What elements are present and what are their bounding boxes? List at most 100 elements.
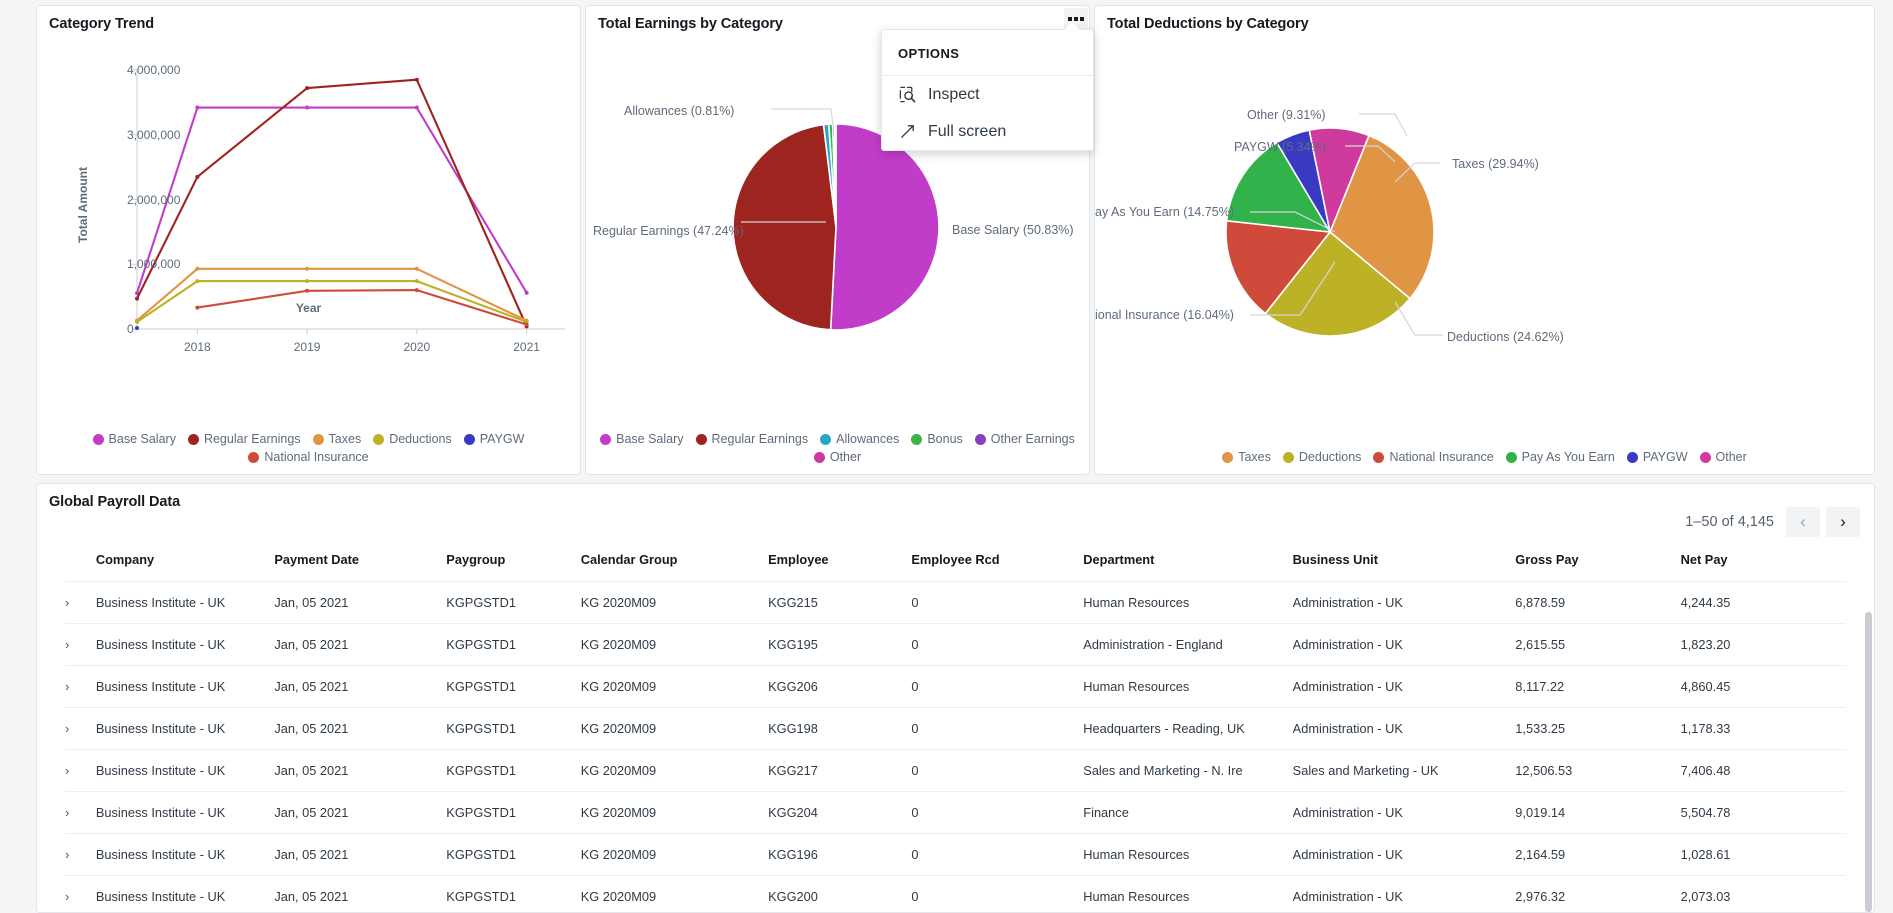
- data-point[interactable]: [195, 174, 200, 179]
- table-scroll-area[interactable]: Company Payment Date Paygroup Calendar Grou…: [37, 546, 1874, 913]
- table-cell: 4,244.35: [1680, 581, 1846, 624]
- y-axis-title: Total Amount: [75, 166, 90, 243]
- table-cell: 0: [911, 791, 1084, 834]
- legend-item[interactable]: Bonus: [911, 432, 963, 446]
- line-series[interactable]: [136, 106, 528, 294]
- legend-label: Pay As You Earn: [1521, 450, 1615, 464]
- legend-color-dot: [187, 433, 199, 445]
- legend-item[interactable]: PAYGW: [463, 432, 524, 446]
- dashboard: Category Trend Total Amount 0 1,000,000 2,…: [0, 0, 1893, 913]
- table-row[interactable]: › Business Institute - UK Jan, 05 2021 KGPG…: [65, 623, 1846, 666]
- data-point[interactable]: [524, 322, 529, 327]
- legend-item[interactable]: Deductions: [1282, 450, 1361, 464]
- table-row[interactable]: › Business Institute - UK Jan, 05 2021 KGPG…: [65, 707, 1846, 750]
- expand-cell[interactable]: ›: [65, 749, 96, 792]
- table-scrollbar[interactable]: [1865, 612, 1872, 912]
- expand-cell[interactable]: ›: [65, 791, 96, 834]
- expand-row-icon[interactable]: ›: [65, 847, 69, 862]
- column-header[interactable]: Company: [96, 546, 275, 582]
- legend-color-dot: [813, 451, 825, 463]
- data-point[interactable]: [414, 279, 419, 284]
- expand-cell[interactable]: ›: [65, 665, 96, 708]
- table-cell: 1,823.20: [1680, 623, 1846, 666]
- data-point[interactable]: [195, 279, 200, 284]
- legend-item[interactable]: Other: [813, 450, 861, 464]
- expand-row-icon[interactable]: ›: [65, 721, 69, 736]
- next-page-button[interactable]: ›: [1826, 507, 1860, 537]
- table-row[interactable]: › Business Institute - UK Jan, 05 2021 KGPG…: [65, 581, 1846, 624]
- expand-cell[interactable]: ›: [65, 623, 96, 666]
- table-cell: Human Resources: [1083, 581, 1293, 624]
- data-point[interactable]: [135, 319, 139, 324]
- column-header[interactable]: Net Pay: [1681, 546, 1846, 582]
- legend-item[interactable]: Allowances: [820, 432, 899, 446]
- table-row[interactable]: › Business Institute - UK Jan, 05 2021 KGPG…: [65, 833, 1846, 876]
- table-row[interactable]: › Business Institute - UK Jan, 05 2021 KGPG…: [65, 875, 1846, 913]
- pie-slice[interactable]: [732, 123, 837, 331]
- data-point[interactable]: [414, 288, 419, 293]
- kebab-dot-3: [1080, 16, 1084, 21]
- data-point[interactable]: [305, 105, 310, 110]
- data-point[interactable]: [195, 266, 200, 271]
- data-point[interactable]: [414, 77, 419, 82]
- column-header[interactable]: Gross Pay: [1515, 546, 1680, 582]
- data-point[interactable]: [414, 266, 419, 271]
- legend-label: Taxes: [328, 432, 362, 446]
- legend-item[interactable]: Other: [1699, 450, 1747, 464]
- table-head: Company Payment Date Paygroup Calendar Grou…: [65, 546, 1846, 582]
- legend-item[interactable]: Pay As You Earn: [1505, 450, 1615, 464]
- legend-color-dot: [373, 433, 385, 445]
- column-header[interactable]: Employee Rcd: [911, 546, 1083, 582]
- table-row[interactable]: › Business Institute - UK Jan, 05 2021 KGPG…: [65, 791, 1846, 834]
- legend-item[interactable]: PAYGW: [1626, 450, 1688, 464]
- legend-item[interactable]: Regular Earnings: [187, 432, 301, 446]
- data-point[interactable]: [305, 266, 310, 271]
- expand-row-icon[interactable]: ›: [65, 763, 69, 778]
- legend-item[interactable]: Other Earnings: [974, 432, 1075, 446]
- x-axis-title: Year: [295, 301, 322, 315]
- data-point[interactable]: [305, 279, 310, 284]
- column-header[interactable]: Business Unit: [1293, 546, 1516, 582]
- column-header[interactable]: Employee: [768, 546, 911, 582]
- data-point[interactable]: [135, 296, 139, 301]
- prev-page-button[interactable]: ‹: [1786, 507, 1820, 537]
- legend-item[interactable]: Base Salary: [92, 432, 176, 446]
- menu-item-full-screen[interactable]: Full screen: [882, 113, 1093, 150]
- column-header[interactable]: Paygroup: [446, 546, 580, 582]
- legend-item[interactable]: Taxes: [1222, 450, 1271, 464]
- data-point[interactable]: [305, 86, 310, 91]
- expand-row-icon[interactable]: ›: [65, 595, 69, 610]
- expand-row-icon[interactable]: ›: [65, 637, 69, 652]
- legend-item[interactable]: Base Salary: [600, 432, 684, 446]
- legend-item[interactable]: Regular Earnings: [695, 432, 808, 446]
- options-menu-header: OPTIONS: [882, 30, 1093, 76]
- data-point[interactable]: [305, 288, 310, 293]
- legend-item[interactable]: Deductions: [373, 432, 452, 446]
- table-cell: Jan, 05 2021: [274, 833, 447, 876]
- expand-row-icon[interactable]: ›: [65, 805, 69, 820]
- table-cell: Jan, 05 2021: [274, 791, 447, 834]
- column-header[interactable]: Payment Date: [274, 546, 446, 582]
- menu-item-inspect[interactable]: Inspect: [882, 76, 1093, 113]
- data-point[interactable]: [524, 290, 529, 295]
- table-row[interactable]: › Business Institute - UK Jan, 05 2021 KGPG…: [65, 749, 1846, 792]
- table-cell: Human Resources: [1083, 833, 1293, 876]
- legend-item[interactable]: National Insurance: [248, 450, 369, 464]
- table-row[interactable]: › Business Institute - UK Jan, 05 2021 KGPG…: [65, 665, 1846, 708]
- legend-color-dot: [1626, 451, 1638, 463]
- table-cell: Human Resources: [1083, 665, 1293, 708]
- expand-cell[interactable]: ›: [65, 581, 96, 624]
- legend-item[interactable]: Taxes: [312, 432, 362, 446]
- legend-item[interactable]: National Insurance: [1373, 450, 1494, 464]
- expand-cell[interactable]: ›: [65, 833, 96, 876]
- column-header[interactable]: Calendar Group: [581, 546, 768, 582]
- data-point[interactable]: [414, 105, 419, 110]
- data-point[interactable]: [195, 105, 200, 110]
- pie-slice[interactable]: [829, 123, 940, 331]
- expand-cell[interactable]: ›: [65, 875, 96, 913]
- data-point[interactable]: [135, 326, 139, 331]
- expand-row-icon[interactable]: ›: [65, 889, 69, 904]
- expand-cell[interactable]: ›: [65, 707, 96, 750]
- expand-row-icon[interactable]: ›: [65, 679, 69, 694]
- column-header[interactable]: Department: [1083, 546, 1292, 582]
